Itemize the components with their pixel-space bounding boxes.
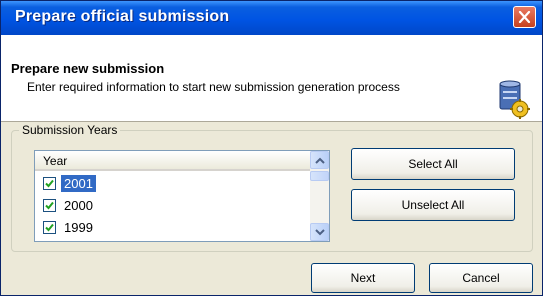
scroll-thumb[interactable]: [310, 171, 329, 181]
chevron-up-icon: [315, 157, 325, 164]
year-checkbox[interactable]: [43, 177, 56, 190]
select-all-label: Select All: [408, 157, 458, 171]
next-label: Next: [350, 271, 376, 285]
cancel-button[interactable]: Cancel: [429, 263, 533, 293]
cancel-label: Cancel: [462, 271, 500, 285]
year-label: 1999: [64, 220, 93, 235]
list-column-header[interactable]: Year: [35, 151, 310, 171]
close-icon: [518, 11, 531, 23]
checkmark-icon: [45, 223, 54, 232]
year-checkbox[interactable]: [43, 221, 56, 234]
dialog-window: Prepare official submission Prepare new …: [0, 0, 543, 296]
select-all-button[interactable]: Select All: [351, 148, 515, 180]
checkmark-icon: [45, 179, 54, 188]
unselect-all-label: Unselect All: [401, 198, 465, 212]
database-gear-icon: [499, 80, 530, 119]
column-header-year: Year: [43, 154, 68, 168]
window-title: Prepare official submission: [15, 8, 230, 25]
checkmark-icon: [45, 201, 54, 210]
group-legend: Submission Years: [19, 123, 121, 137]
header-title: Prepare new submission: [11, 61, 165, 76]
list-scrollbar[interactable]: [310, 151, 329, 241]
header-description: Enter required information to start new …: [27, 80, 400, 94]
year-label: 2001: [61, 175, 96, 192]
close-button[interactable]: [513, 6, 536, 28]
scroll-down-button[interactable]: [310, 223, 329, 241]
next-button[interactable]: Next: [311, 263, 415, 293]
unselect-all-button[interactable]: Unselect All: [351, 189, 515, 221]
title-bar[interactable]: Prepare official submission: [1, 1, 542, 35]
year-label: 2000: [64, 198, 93, 213]
years-list[interactable]: Year 2001 2000 1999: [34, 150, 330, 242]
scroll-up-button[interactable]: [310, 151, 329, 169]
chevron-down-icon: [315, 229, 325, 236]
list-item[interactable]: 2000: [41, 195, 301, 217]
list-item[interactable]: 2001: [41, 173, 301, 195]
year-checkbox[interactable]: [43, 199, 56, 212]
wizard-header: Prepare new submission Enter required in…: [1, 35, 542, 122]
list-item[interactable]: 1999: [41, 217, 301, 239]
